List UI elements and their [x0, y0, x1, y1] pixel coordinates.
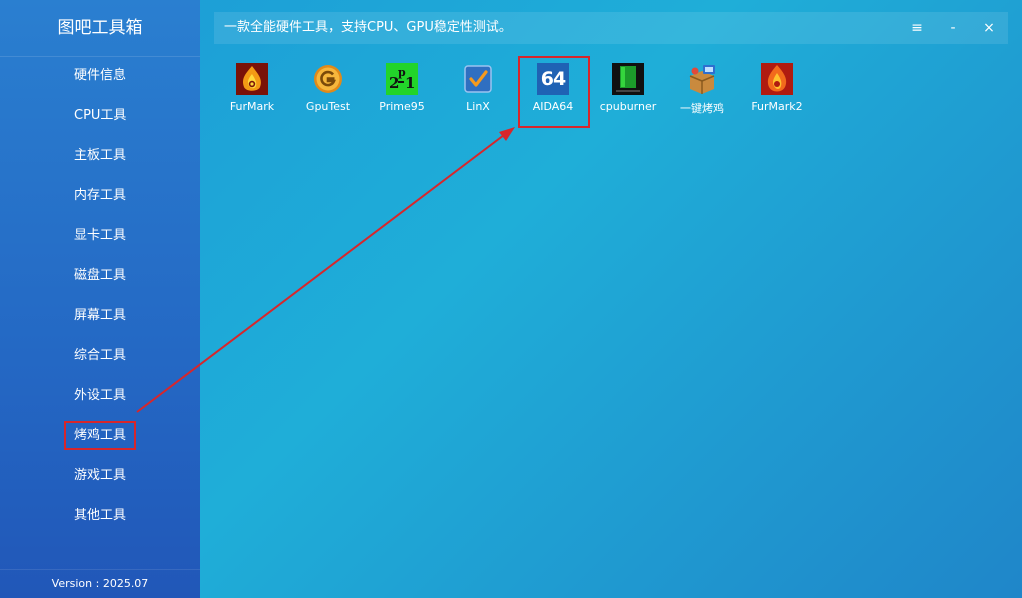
- app-window: 图吧工具箱 硬件信息 CPU工具 主板工具 内存工具 显卡工具 磁盘工具 屏幕工…: [0, 0, 1022, 598]
- annotation-arrow: [136, 127, 515, 413]
